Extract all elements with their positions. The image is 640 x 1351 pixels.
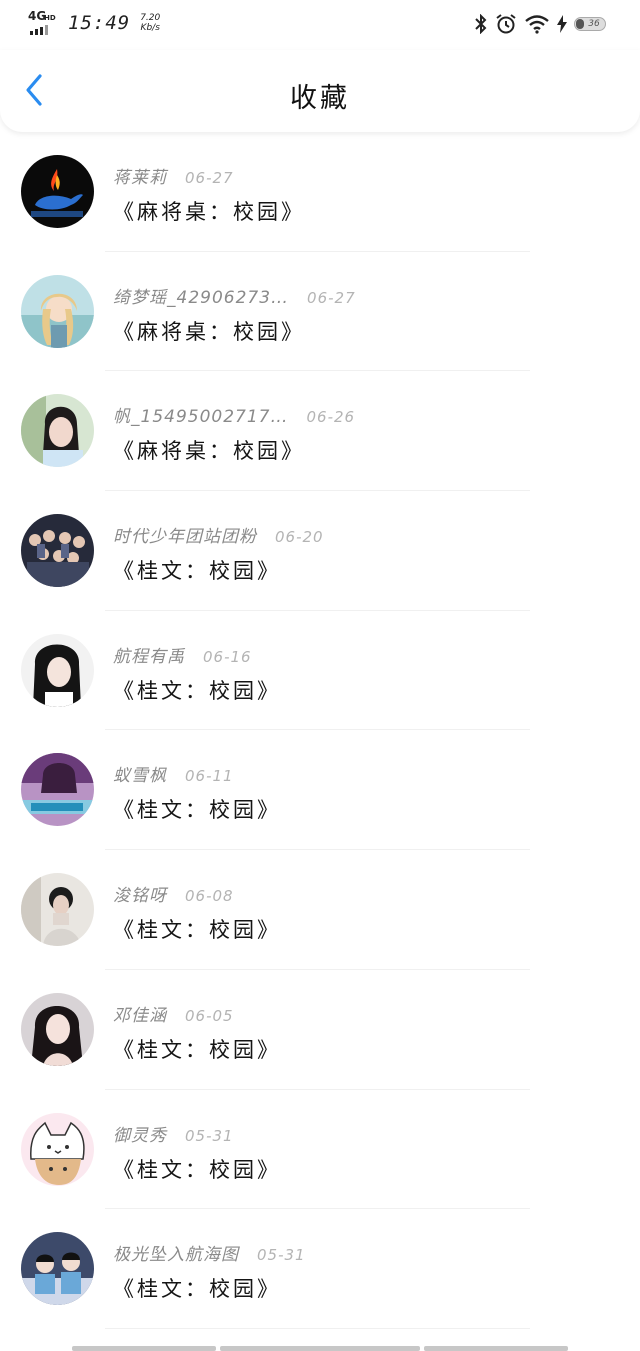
avatar-girl-portrait — [21, 394, 94, 468]
work-title[interactable]: 《麻将桌：校园》 — [113, 435, 305, 465]
user-name[interactable]: 邓佳涵 — [113, 1001, 167, 1026]
avatar[interactable] — [21, 633, 94, 707]
work-title[interactable]: 《桂文：校园》 — [113, 914, 281, 944]
favorite-item[interactable]: 航程有禹 06-16 《桂文：校园》 — [0, 611, 640, 731]
avatar[interactable] — [21, 394, 94, 468]
user-name[interactable]: 极光坠入航海图 — [113, 1240, 239, 1265]
favorite-date: 06-27 — [185, 169, 234, 187]
divider — [105, 1327, 530, 1329]
favorite-item[interactable]: 时代少年团站团粉 06-20 《桂文：校园》 — [0, 491, 640, 611]
status-time: 15:49 — [68, 12, 131, 34]
avatar[interactable] — [21, 155, 94, 228]
network-hd: HD — [44, 14, 56, 22]
item-meta: 航程有禹 06-16 — [113, 642, 252, 667]
work-title[interactable]: 《麻将桌：校园》 — [113, 196, 305, 226]
work-title[interactable]: 《桂文：校园》 — [113, 675, 281, 705]
item-meta: 极光坠入航海图 05-31 — [113, 1240, 306, 1265]
signal-icon — [30, 25, 48, 35]
avatar-cat-cartoon — [21, 1112, 94, 1186]
avatar-purple-photo — [21, 753, 94, 827]
work-title[interactable]: 《桂文：校园》 — [113, 1273, 281, 1303]
avatar[interactable] — [21, 514, 94, 588]
favorite-date: 06-05 — [185, 1006, 234, 1025]
favorite-item[interactable]: 极光坠入航海图 05-31 《桂文：校园》 — [0, 1209, 640, 1329]
network-speed: 7.20 Kb/s — [140, 10, 160, 33]
favorite-date: 06-08 — [185, 887, 234, 906]
battery-level: 36 — [588, 19, 600, 29]
favorite-item[interactable]: 御灵秀 05-31 《桂文：校园》 — [0, 1090, 640, 1210]
favorite-item[interactable]: 帆_15495002717… 06-26 《麻将桌：校园》 — [0, 371, 640, 492]
avatar-flame-whale — [21, 155, 94, 228]
item-meta: 时代少年团站团粉 06-20 — [113, 522, 324, 547]
user-name[interactable]: 航程有禹 — [113, 642, 185, 667]
avatar[interactable] — [21, 1232, 94, 1306]
favorite-date: 05-31 — [185, 1126, 234, 1145]
avatar-group-photo — [21, 514, 94, 588]
user-name[interactable]: 绮梦瑶_42906273… — [113, 283, 289, 308]
avatar[interactable] — [21, 992, 94, 1066]
work-title[interactable]: 《桂文：校园》 — [113, 1034, 281, 1064]
avatar[interactable] — [21, 1112, 94, 1186]
favorite-item[interactable]: 邓佳涵 06-05 《桂文：校园》 — [0, 970, 640, 1090]
item-meta: 蚁雪枫 06-11 — [113, 761, 234, 786]
item-meta: 邓佳涵 06-05 — [113, 1001, 234, 1026]
item-meta: 绮梦瑶_42906273… 06-27 — [113, 283, 356, 308]
charging-icon — [557, 15, 567, 33]
favorite-item[interactable]: 浚铭呀 06-08 《桂文：校园》 — [0, 850, 640, 970]
favorite-date: 06-27 — [307, 288, 356, 307]
user-name[interactable]: 时代少年团站团粉 — [113, 522, 257, 547]
nav-header: 收藏 — [0, 50, 640, 132]
wifi-icon — [525, 15, 549, 34]
favorites-list[interactable]: 蒋莱莉 06-27 《麻将桌：校园》 绮梦瑶_42906273… 06-27 《麻将桌：校… — [0, 132, 640, 1329]
battery-icon: 36 — [574, 17, 606, 31]
status-bar: 4G HD 15:49 7.20 Kb/s 36 — [0, 0, 640, 50]
item-meta: 蒋莱莉 06-27 — [113, 163, 234, 188]
work-title[interactable]: 《麻将桌：校园》 — [113, 316, 305, 346]
avatar-girl-dark-hair — [21, 633, 94, 707]
favorite-item[interactable]: 蒋莱莉 06-27 《麻将桌：校园》 — [0, 132, 640, 252]
work-title[interactable]: 《桂文：校园》 — [113, 555, 281, 585]
avatar-anime-girl — [21, 274, 94, 348]
user-name[interactable]: 御灵秀 — [113, 1121, 167, 1146]
user-name[interactable]: 蚁雪枫 — [113, 761, 167, 786]
work-title[interactable]: 《桂文：校园》 — [113, 794, 281, 824]
alarm-icon — [496, 14, 516, 34]
favorite-date: 06-26 — [306, 408, 356, 427]
item-meta: 浚铭呀 06-08 — [113, 881, 234, 906]
user-name[interactable]: 浚铭呀 — [113, 881, 167, 906]
favorite-date: 05-31 — [257, 1246, 306, 1265]
avatar[interactable] — [21, 753, 94, 827]
favorite-date: 06-11 — [185, 767, 234, 786]
avatar-two-boys — [21, 1232, 94, 1306]
avatar-girl-long-hair — [21, 992, 94, 1066]
network-indicator: 4G HD — [28, 10, 58, 36]
work-title[interactable]: 《桂文：校园》 — [113, 1154, 281, 1184]
bluetooth-icon — [475, 14, 487, 34]
user-name[interactable]: 帆_15495002717… — [113, 402, 288, 427]
speed-value: 7.20 — [140, 13, 161, 23]
avatar-boy-photo — [21, 873, 94, 947]
item-meta: 御灵秀 05-31 — [113, 1121, 234, 1146]
avatar[interactable] — [21, 274, 94, 348]
speed-unit: Kb/s — [140, 23, 160, 33]
avatar[interactable] — [21, 873, 94, 947]
page-title: 收藏 — [290, 83, 350, 114]
bottom-scroll-indicator — [0, 1343, 640, 1351]
user-name[interactable]: 蒋莱莉 — [113, 163, 167, 188]
favorite-date: 06-16 — [203, 647, 252, 666]
favorite-date: 06-20 — [275, 528, 324, 547]
favorite-item[interactable]: 蚁雪枫 06-11 《桂文：校园》 — [0, 730, 640, 851]
item-meta: 帆_15495002717… 06-26 — [113, 402, 355, 427]
favorite-item[interactable]: 绮梦瑶_42906273… 06-27 《麻将桌：校园》 — [0, 252, 640, 372]
